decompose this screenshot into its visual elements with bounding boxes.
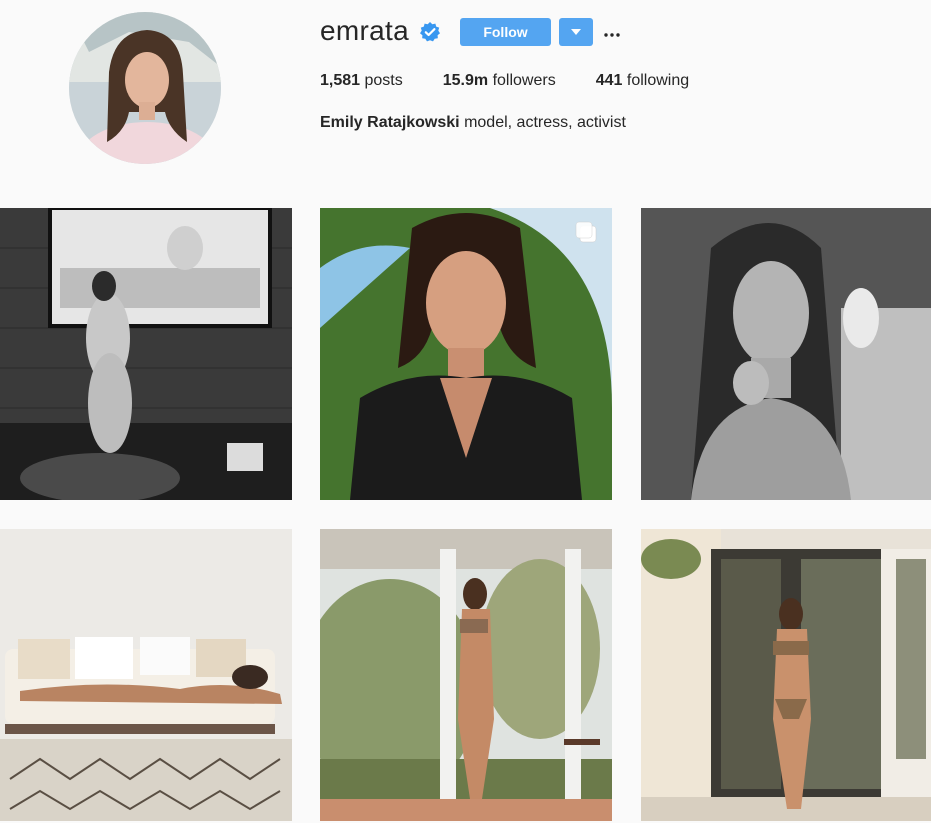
profile-bio: Emily Ratajkowski model, actress, activi… (320, 114, 626, 132)
following-count-label: following (626, 72, 690, 89)
more-options-icon (604, 32, 620, 37)
posts-count-label: posts (364, 72, 403, 89)
followers-count-value: 15.9m (442, 72, 489, 89)
profile-avatar[interactable] (69, 12, 221, 164)
following-count-value: 441 (595, 72, 623, 89)
posts-count-value: 1,581 (320, 72, 361, 89)
profile-header: emrata Follow 1,581 posts 15.9m follower… (0, 0, 931, 190)
follow-button[interactable]: Follow (460, 18, 551, 46)
profile-bio-text: model, actress, activist (464, 114, 626, 131)
post-thumbnail[interactable] (0, 208, 292, 500)
posts-count: 1,581 posts (320, 72, 403, 90)
following-link[interactable]: 441 following (596, 72, 689, 90)
post-thumbnail[interactable] (641, 208, 931, 500)
post-thumbnail[interactable] (641, 529, 931, 821)
followers-link[interactable]: 15.9m followers (443, 72, 556, 90)
verified-badge-icon (420, 22, 440, 42)
carousel-icon (574, 220, 598, 244)
followers-count-label: followers (492, 72, 556, 89)
suggestions-dropdown-button[interactable] (559, 18, 593, 46)
profile-stats: 1,581 posts 15.9m followers 441 followin… (320, 72, 729, 90)
profile-username: emrata (320, 15, 409, 46)
more-options-button[interactable] (600, 18, 624, 46)
post-thumbnail[interactable] (320, 208, 612, 500)
post-thumbnail[interactable] (0, 529, 292, 821)
post-thumbnail[interactable] (320, 529, 612, 821)
profile-full-name: Emily Ratajkowski (320, 114, 460, 131)
chevron-down-icon (571, 29, 581, 35)
